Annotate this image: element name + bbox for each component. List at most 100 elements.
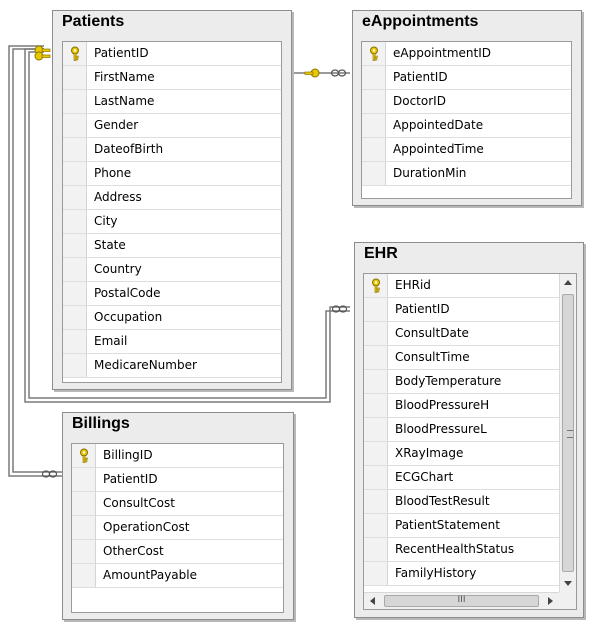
row-selector[interactable] (72, 564, 96, 587)
column-name: OtherCost (103, 544, 164, 558)
column-row[interactable]: Gender (63, 114, 281, 138)
horizontal-scrollbar[interactable]: III (364, 592, 576, 609)
row-selector[interactable] (72, 444, 96, 467)
column-name: AppointedDate (393, 118, 484, 132)
row-selector[interactable] (362, 114, 386, 137)
row-selector[interactable] (364, 346, 388, 369)
row-selector[interactable] (63, 210, 87, 233)
column-row[interactable]: Address (63, 186, 281, 210)
column-row[interactable]: Occupation (63, 306, 281, 330)
row-selector[interactable] (364, 322, 388, 345)
column-row[interactable]: BloodPressureH (364, 394, 576, 418)
column-row[interactable]: DoctorID (362, 90, 571, 114)
column-row[interactable]: ConsultTime (364, 346, 576, 370)
column-row[interactable]: LastName (63, 90, 281, 114)
column-row[interactable]: AppointedDate (362, 114, 571, 138)
row-selector[interactable] (364, 274, 388, 297)
row-selector[interactable] (362, 90, 386, 113)
column-row[interactable]: PatientID (362, 66, 571, 90)
row-selector[interactable] (364, 538, 388, 561)
column-row[interactable]: OtherCost (72, 540, 283, 564)
column-name: BillingID (103, 448, 153, 462)
row-selector[interactable] (364, 562, 388, 585)
column-row[interactable]: ECGChart (364, 466, 576, 490)
column-row[interactable]: RecentHealthStatus (364, 538, 576, 562)
row-selector[interactable] (72, 492, 96, 515)
column-row[interactable]: EHRid (364, 274, 576, 298)
row-selector[interactable] (364, 418, 388, 441)
column-row[interactable]: ConsultDate (364, 322, 576, 346)
row-selector[interactable] (362, 66, 386, 89)
column-row[interactable]: MedicareNumber (63, 354, 281, 378)
vertical-scrollbar[interactable] (559, 274, 576, 592)
column-row[interactable]: PatientStatement (364, 514, 576, 538)
scroll-down-arrow-icon[interactable] (564, 581, 572, 586)
column-row[interactable]: AmountPayable (72, 564, 283, 588)
column-row[interactable]: FamilyHistory (364, 562, 576, 586)
row-selector[interactable] (72, 540, 96, 563)
column-row[interactable]: DateofBirth (63, 138, 281, 162)
column-name: PatientID (395, 302, 450, 316)
column-row[interactable]: PatientID (364, 298, 576, 322)
column-row[interactable]: PostalCode (63, 282, 281, 306)
column-list[interactable]: PatientID FirstName LastName Gender DateofBi… (62, 41, 282, 383)
row-selector[interactable] (63, 282, 87, 305)
column-list[interactable]: BillingID PatientID ConsultCost OperationCo… (71, 443, 284, 613)
row-selector[interactable] (63, 90, 87, 113)
row-selector[interactable] (364, 394, 388, 417)
scroll-left-arrow-icon[interactable] (370, 597, 375, 605)
column-row[interactable]: BillingID (72, 444, 283, 468)
table-title: Billings (72, 415, 130, 432)
row-selector[interactable] (364, 514, 388, 537)
table-ehr[interactable]: EHR EHRid PatientID ConsultDate ConsultTime… (354, 242, 584, 618)
row-selector[interactable] (364, 490, 388, 513)
scrollbar-thumb[interactable]: III (384, 595, 539, 607)
row-selector[interactable] (364, 370, 388, 393)
column-row[interactable]: BodyTemperature (364, 370, 576, 394)
scroll-right-arrow-icon[interactable] (548, 597, 553, 605)
row-selector[interactable] (364, 442, 388, 465)
column-row[interactable]: eAppointmentID (362, 42, 571, 66)
column-row[interactable]: PatientID (63, 42, 281, 66)
scrollbar-thumb[interactable] (562, 294, 574, 572)
row-selector[interactable] (63, 330, 87, 353)
row-selector[interactable] (63, 354, 87, 377)
row-selector[interactable] (63, 186, 87, 209)
row-selector[interactable] (63, 66, 87, 89)
row-selector[interactable] (63, 306, 87, 329)
column-name: PatientID (103, 472, 158, 486)
column-row[interactable]: OperationCost (72, 516, 283, 540)
column-row[interactable]: Email (63, 330, 281, 354)
column-row[interactable]: Phone (63, 162, 281, 186)
column-row[interactable]: AppointedTime (362, 138, 571, 162)
column-row[interactable]: State (63, 234, 281, 258)
row-selector[interactable] (72, 516, 96, 539)
column-row[interactable]: ConsultCost (72, 492, 283, 516)
table-billings[interactable]: Billings BillingID PatientID ConsultCost Op… (62, 412, 294, 620)
scroll-up-arrow-icon[interactable] (564, 280, 572, 285)
column-row[interactable]: Country (63, 258, 281, 282)
column-list[interactable]: EHRid PatientID ConsultDate ConsultTime Body… (363, 273, 577, 610)
row-selector[interactable] (63, 138, 87, 161)
row-selector[interactable] (362, 138, 386, 161)
column-row[interactable]: City (63, 210, 281, 234)
row-selector[interactable] (364, 466, 388, 489)
table-patients[interactable]: Patients PatientID FirstName LastName Gende… (52, 10, 292, 390)
row-selector[interactable] (364, 298, 388, 321)
column-list[interactable]: eAppointmentID PatientID DoctorID Appointed… (361, 41, 572, 199)
column-row[interactable]: BloodPressureL (364, 418, 576, 442)
row-selector[interactable] (63, 234, 87, 257)
column-row[interactable]: DurationMin (362, 162, 571, 186)
column-row[interactable]: FirstName (63, 66, 281, 90)
row-selector[interactable] (63, 42, 87, 65)
column-row[interactable]: BloodTestResult (364, 490, 576, 514)
row-selector[interactable] (63, 114, 87, 137)
row-selector[interactable] (63, 162, 87, 185)
row-selector[interactable] (362, 42, 386, 65)
column-row[interactable]: XRayImage (364, 442, 576, 466)
column-row[interactable]: PatientID (72, 468, 283, 492)
row-selector[interactable] (72, 468, 96, 491)
table-eappointments[interactable]: eAppointments eAppointmentID PatientID Doc… (352, 10, 582, 206)
row-selector[interactable] (362, 162, 386, 185)
row-selector[interactable] (63, 258, 87, 281)
